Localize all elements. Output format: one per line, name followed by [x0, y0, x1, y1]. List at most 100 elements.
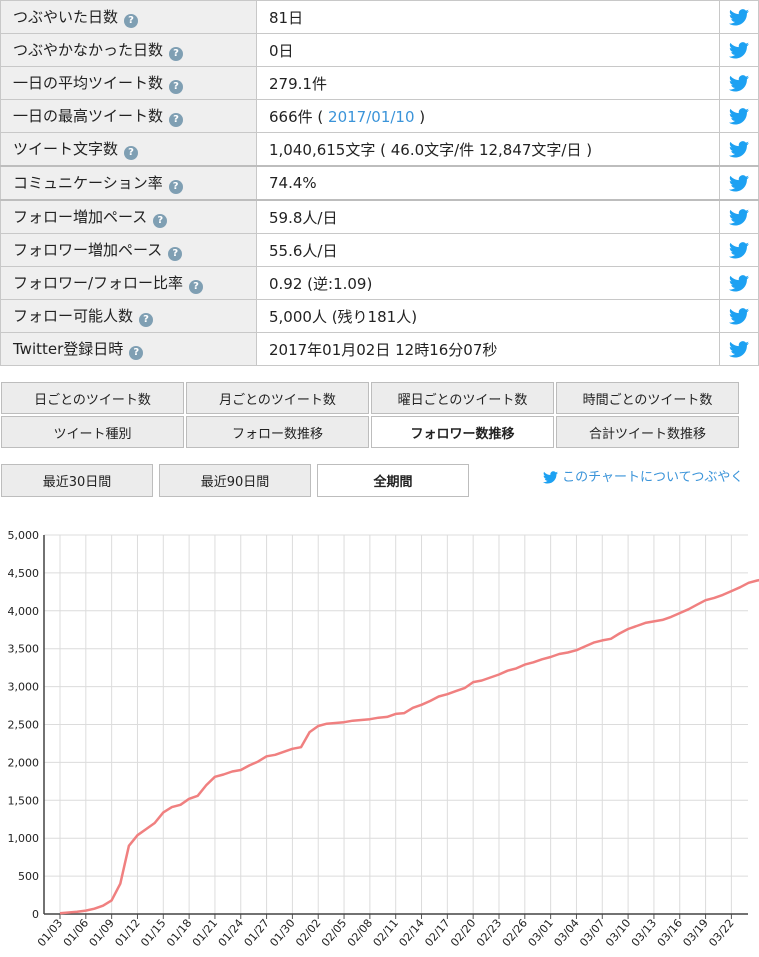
help-icon[interactable]: ? [129, 346, 144, 360]
stat-label-cell: フォロー増加ペース? [0, 199, 257, 234]
x-tick-label: 03/16 [655, 917, 685, 950]
help-icon[interactable]: ? [169, 113, 184, 127]
help-icon[interactable]: ? [153, 214, 168, 228]
x-tick-label: 01/15 [138, 917, 168, 950]
x-tick-label: 01/06 [61, 917, 91, 950]
twitter-bird-icon [729, 308, 749, 325]
chart-tab[interactable]: 月ごとのツイート数 [186, 382, 369, 414]
stat-label-cell: 一日の最高ツイート数? [0, 99, 257, 133]
chart-tabs-row-2: ツイート種別 フォロー数推移 フォロワー数推移 合計ツイート数推移 [1, 416, 741, 448]
x-tick-label: 01/18 [164, 917, 194, 950]
stat-label: コミュニケーション率 [13, 174, 163, 192]
stat-label: フォロワー増加ペース [13, 241, 163, 259]
stat-label: つぶやいた日数 [13, 8, 119, 26]
x-tick-label: 01/24 [216, 917, 246, 950]
stat-row: Twitter登録日時? 2017年01月02日 12時16分07秒 [0, 332, 759, 366]
tweet-button[interactable] [719, 199, 759, 234]
stat-value-cell: 74.4% [256, 165, 720, 201]
tweet-button[interactable] [719, 165, 759, 201]
stat-label-cell: つぶやいた日数? [0, 0, 257, 34]
stat-label: フォロワー/フォロー比率 [13, 274, 184, 292]
chart-tabs-row-1: 日ごとのツイート数 月ごとのツイート数 曜日ごとのツイート数 時間ごとのツイート数 [1, 382, 741, 414]
y-tick-label: 3,000 [8, 681, 40, 694]
tweet-button[interactable] [719, 233, 759, 267]
chart-tab[interactable]: ツイート種別 [1, 416, 184, 448]
tweet-button[interactable] [719, 33, 759, 67]
tweet-button[interactable] [719, 132, 759, 167]
chart-tab[interactable]: 日ごとのツイート数 [1, 382, 184, 414]
x-tick-label: 03/01 [526, 917, 556, 950]
y-tick-label: 0 [32, 908, 39, 921]
twitter-bird-icon [729, 275, 749, 292]
stat-value-cell: 0.92 (逆:1.09) [256, 266, 720, 300]
chart-tab[interactable]: 時間ごとのツイート数 [556, 382, 739, 414]
period-button[interactable]: 全期間 [317, 464, 469, 497]
chart-tab[interactable]: フォロワー数推移 [371, 416, 554, 448]
stat-label-cell: フォロワー増加ペース? [0, 233, 257, 267]
period-button[interactable]: 最近90日間 [159, 464, 311, 497]
y-tick-label: 1,000 [8, 832, 40, 845]
stat-label: Twitter登録日時 [13, 340, 124, 358]
stat-value: 74.4% [269, 174, 317, 192]
stat-label: 一日の最高ツイート数 [13, 107, 164, 125]
x-tick-label: 03/13 [629, 917, 659, 950]
stat-value-cell: 2017年01月02日 12時16分07秒 [256, 332, 720, 366]
stat-label: 一日の平均ツイート数 [13, 74, 164, 92]
twitter-bird-icon [729, 42, 749, 59]
y-tick-label: 2,000 [8, 756, 40, 769]
share-chart-text: このチャートについてつぶやく [562, 470, 744, 485]
period-button[interactable]: 最近30日間 [1, 464, 153, 497]
stat-label: フォロー増加ペース [13, 208, 148, 226]
help-icon[interactable]: ? [169, 80, 184, 94]
x-tick-label: 03/19 [681, 917, 711, 950]
stat-value-cell: 55.6人/日 [256, 233, 720, 267]
help-icon[interactable]: ? [189, 280, 204, 294]
tweet-button[interactable] [719, 99, 759, 133]
stat-value-cell: 5,000人 (残り181人) [256, 299, 720, 333]
y-tick-label: 1,500 [8, 794, 40, 807]
share-chart-link[interactable]: このチャートについてつぶやく [543, 466, 759, 485]
x-tick-label: 02/02 [293, 917, 323, 950]
twitter-bird-icon [543, 471, 558, 484]
tweet-button[interactable] [719, 0, 759, 34]
tweet-button[interactable] [719, 332, 759, 366]
help-icon[interactable]: ? [168, 180, 183, 194]
help-icon[interactable]: ? [169, 47, 184, 61]
twitter-bird-icon [729, 175, 749, 192]
y-tick-label: 3,500 [8, 643, 40, 656]
stats-table: つぶやいた日数? 81日 つぶやかなかった日数? 0日 一日の平均ツイート数? 279.1… [0, 0, 759, 366]
x-tick-label: 01/03 [35, 917, 65, 950]
x-tick-label: 01/27 [242, 917, 272, 950]
stat-label-cell: つぶやかなかった日数? [0, 33, 257, 67]
help-icon[interactable]: ? [168, 247, 183, 261]
y-tick-label: 4,000 [8, 605, 40, 618]
stat-label: フォロー可能人数 [13, 307, 134, 325]
tweet-button[interactable] [719, 66, 759, 100]
stat-row: フォロー可能人数? 5,000人 (残り181人) [0, 299, 759, 333]
help-icon[interactable]: ? [139, 313, 154, 327]
help-icon[interactable]: ? [124, 146, 139, 160]
chart-tab[interactable]: 合計ツイート数推移 [556, 416, 739, 448]
stat-label-cell: フォロワー/フォロー比率? [0, 266, 257, 300]
x-tick-label: 01/12 [112, 917, 142, 950]
stat-label: つぶやかなかった日数 [13, 41, 164, 59]
tweet-button[interactable] [719, 299, 759, 333]
stat-label-cell: フォロー可能人数? [0, 299, 257, 333]
stat-label: ツイート文字数 [13, 140, 119, 158]
tweet-button[interactable] [719, 266, 759, 300]
chart-tab[interactable]: 曜日ごとのツイート数 [371, 382, 554, 414]
x-tick-label: 02/05 [319, 917, 349, 950]
x-tick-label: 01/21 [190, 917, 220, 950]
stat-row: 一日の平均ツイート数? 279.1件 [0, 66, 759, 100]
stat-row: ツイート文字数? 1,040,615文字 ( 46.0文字/件 12,847文字/… [0, 132, 759, 167]
stat-value-cell: 81日 [256, 0, 720, 34]
stat-value: 59.8人/日 [269, 208, 338, 227]
stat-value: 5,000人 (残り181人) [269, 307, 418, 326]
stat-row: フォロー増加ペース? 59.8人/日 [0, 199, 759, 234]
twitter-bird-icon [729, 209, 749, 226]
stat-date-link[interactable]: 2017/01/10 [328, 108, 414, 126]
stat-label-cell: コミュニケーション率? [0, 165, 257, 201]
chart-tab[interactable]: フォロー数推移 [186, 416, 369, 448]
x-tick-label: 02/08 [345, 917, 375, 950]
help-icon[interactable]: ? [124, 14, 139, 28]
